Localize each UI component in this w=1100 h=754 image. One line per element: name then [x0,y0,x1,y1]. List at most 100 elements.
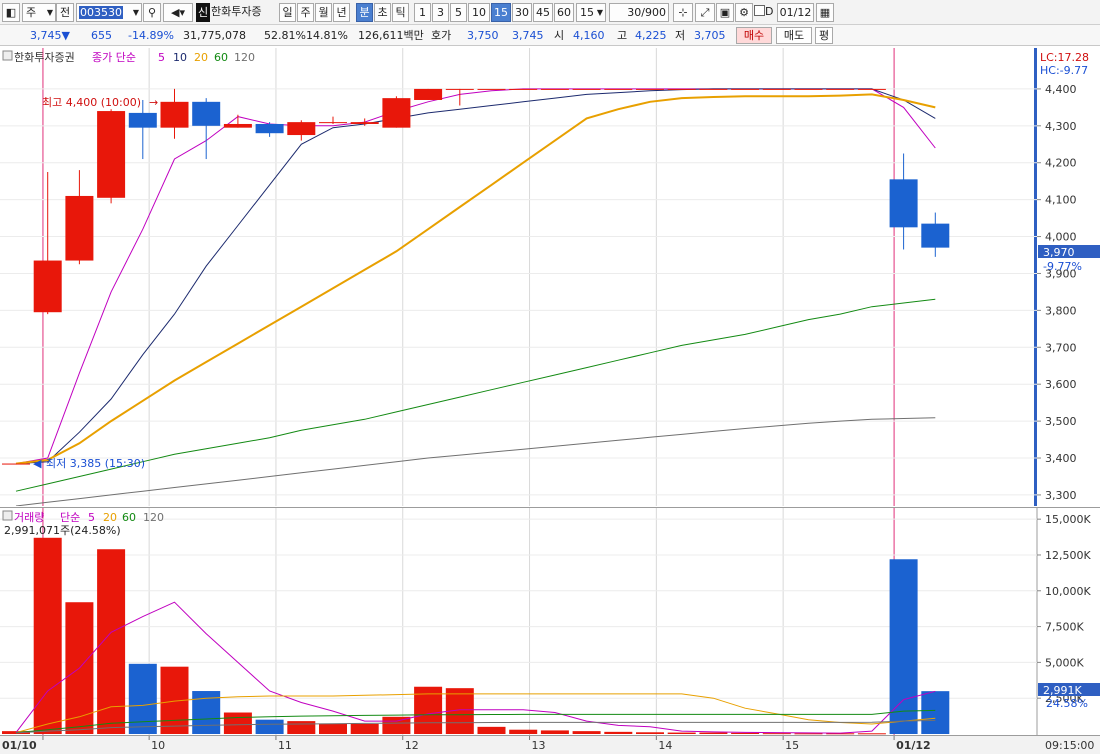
interval-select-value: 15 [580,6,594,19]
checkbox-box[interactable] [754,5,765,16]
price-tick-label: 3,500 [1045,415,1077,428]
ask-2: 3,745 [512,29,544,42]
chevron-down-icon: ▼ [596,8,603,17]
price-change: 655 [91,29,112,42]
ask-label: 호가 [431,29,452,42]
lc-value: LC:17.28 [1040,51,1089,64]
date-tick-label: 11 [278,739,292,752]
volume-tick-label: 15,000K [1045,513,1091,526]
volume-tick-label: 12,500K [1045,549,1091,562]
count-total: /900 [641,6,666,19]
volume-chart[interactable]: 15,000K12,500K10,000K7,500K5,000K2,500K … [0,508,1100,736]
interval-45[interactable]: 45 [533,3,553,22]
candle-body [731,88,760,90]
current-volume-pct: 24.58% [1046,697,1088,710]
candle-body [350,122,379,124]
count-input[interactable]: 30/900 [609,3,669,22]
interval-select[interactable]: 15 ▼ [576,3,606,22]
volume-bar [255,719,284,734]
high-arrow-icon: → [149,96,158,109]
volume-bar [889,559,918,734]
low-label: 저 [675,29,686,42]
hc-value: HC:-9.77 [1040,64,1088,77]
panel-menu-icon[interactable] [2,50,13,61]
volume-bar [540,730,569,734]
eval-button[interactable]: 평 [815,27,833,44]
price-y-axis: 4,4004,3004,2004,1004,0003,9003,8003,700… [1037,83,1077,502]
volume-bar [731,732,760,734]
price-tick-label: 4,100 [1045,194,1077,207]
chevron-down-icon: ▼ [46,8,53,17]
prev-button[interactable]: 전 [56,3,74,22]
panel-stock-name: 한화투자증권 [14,51,75,64]
interval-30[interactable]: 30 [512,3,532,22]
gear-icon[interactable]: ⚙ [735,3,753,22]
period-second[interactable]: 초 [374,3,391,22]
quote-bar: 3,745▼ 655 -14.89% 31,775,078 52.81% 14.… [0,25,1100,46]
interval-15[interactable]: 15 [491,3,511,22]
candle-body [287,122,316,136]
volume-bar [382,716,411,734]
volume-bar [762,733,791,735]
stock-code-input[interactable]: 003530 ▼ [76,3,142,22]
price-tick-label: 4,400 [1045,83,1077,96]
price-chart-panel[interactable]: 4,400 4,300 4,200 4,100 4,000 3,900 3,800 3,700… [0,48,1100,507]
volume-bar [572,731,601,734]
credit-icon: 신 [196,3,210,22]
vol-legend-ma120: 120 [143,511,164,524]
search-icon[interactable]: ⚲ [143,3,161,22]
sell-button[interactable]: 매도 [776,27,812,44]
rate-2: 14.81% [306,29,348,42]
interval-10[interactable]: 10 [468,3,490,22]
date-input[interactable]: 01/12 [777,3,814,22]
volume-menu-icon[interactable] [2,510,13,521]
speaker-icon[interactable]: ◀▾ [163,3,193,22]
period-week[interactable]: 주 [297,3,314,22]
legend-ma60: 60 [214,51,228,64]
date-ticks: 01/10 10 11 12 13 14 15 01/12 [2,736,931,752]
price-chart[interactable]: 4,4004,3004,2004,1004,0003,9003,8003,700… [0,48,1100,507]
legend-prefix: 종가 단순 [92,51,136,64]
interval-5[interactable]: 5 [450,3,467,22]
mode-select[interactable]: 주 ▼ [22,3,56,22]
date-axis-svg: 01/10 10 11 12 13 14 15 01/12 09:15:00 [2,736,1094,752]
trade-amount: 126,611백만 [358,29,424,42]
period-tick[interactable]: 틱 [392,3,409,22]
price-value: 3,745 [30,29,62,42]
legend-ma20: 20 [194,51,208,64]
date-tick-label: 15 [785,739,799,752]
open-label: 시 [554,29,565,42]
volume-chart-panel[interactable]: 15,000K 12,500K 10,000K 7,500K 5,000K 2,500K … [0,507,1100,736]
interval-60[interactable]: 60 [554,3,574,22]
period-minute[interactable]: 분 [356,3,373,22]
interval-3[interactable]: 3 [432,3,449,22]
window-icon[interactable]: ◧ [2,3,20,22]
candle-body [794,88,823,90]
volume-title: 거래량 [14,511,44,524]
low-arrow-icon: ◀ [33,457,42,470]
candle-body [857,88,886,90]
period-month[interactable]: 월 [315,3,332,22]
crosshair-icon[interactable]: ⊹ [673,3,693,22]
period-year[interactable]: 년 [333,3,350,22]
candle-body [540,88,569,90]
period-day[interactable]: 일 [279,3,296,22]
chevron-down-icon: ▼ [132,8,139,17]
low-value: 3,705 [694,29,726,42]
save-icon[interactable]: ▣ [716,3,734,22]
d-checkbox[interactable]: D [754,3,776,22]
high-annotation: 최고 4,400 (10:00) [42,96,141,109]
price-change-pct: -14.89% [128,29,174,42]
calendar-icon[interactable]: ▦ [816,3,834,22]
buy-button[interactable]: 매수 [736,27,772,44]
date-tick-label: 01/12 [896,739,931,752]
volume-bar [636,732,664,734]
price-tick-label: 3,700 [1045,341,1077,354]
checkbox-label: D [765,5,774,18]
candle-body [382,98,411,128]
interval-1[interactable]: 1 [414,3,431,22]
candle-body [2,463,30,465]
vol-legend-ma60: 60 [122,511,136,524]
candle-body [509,88,538,90]
draw-line-icon[interactable]: ⤢ [695,3,715,22]
